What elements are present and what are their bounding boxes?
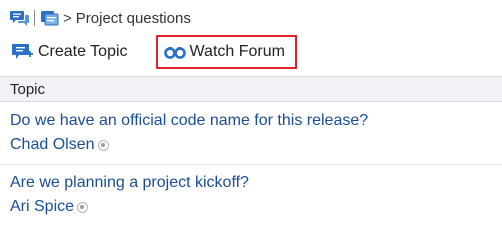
table-row: Do we have an official code name for thi… (0, 104, 502, 165)
discussion-board-icon[interactable] (40, 9, 60, 27)
breadcrumb-separator: > (63, 9, 72, 27)
watch-forum-button[interactable]: Watch Forum (155, 35, 297, 69)
create-topic-button[interactable]: Create Topic (10, 37, 136, 67)
create-topic-icon (12, 43, 34, 61)
presence-status-icon[interactable] (77, 201, 89, 213)
binoculars-icon (163, 43, 186, 61)
watch-forum-label: Watch Forum (189, 43, 285, 60)
breadcrumb-divider (34, 10, 35, 26)
create-topic-label: Create Topic (38, 43, 128, 60)
presence-status-icon[interactable] (97, 139, 109, 151)
discussion-bubbles-icon[interactable] (10, 9, 30, 27)
breadcrumb-current: Project questions (75, 9, 191, 27)
author-link[interactable]: Ari Spice (10, 198, 89, 216)
topic-title-link[interactable]: Do we have an official code name for thi… (10, 112, 368, 130)
forum-toolbar: Create Topic Watch Forum (10, 35, 297, 69)
topic-title-link[interactable]: Are we planning a project kickoff? (10, 174, 249, 192)
table-row: Are we planning a project kickoff? Ari S… (0, 166, 502, 226)
author-name: Ari Spice (10, 198, 75, 215)
breadcrumb: > Project questions (10, 7, 191, 29)
table-header: Topic (0, 76, 502, 102)
column-header-topic[interactable]: Topic (10, 81, 45, 98)
author-name: Chad Olsen (10, 136, 95, 153)
author-link[interactable]: Chad Olsen (10, 136, 109, 154)
